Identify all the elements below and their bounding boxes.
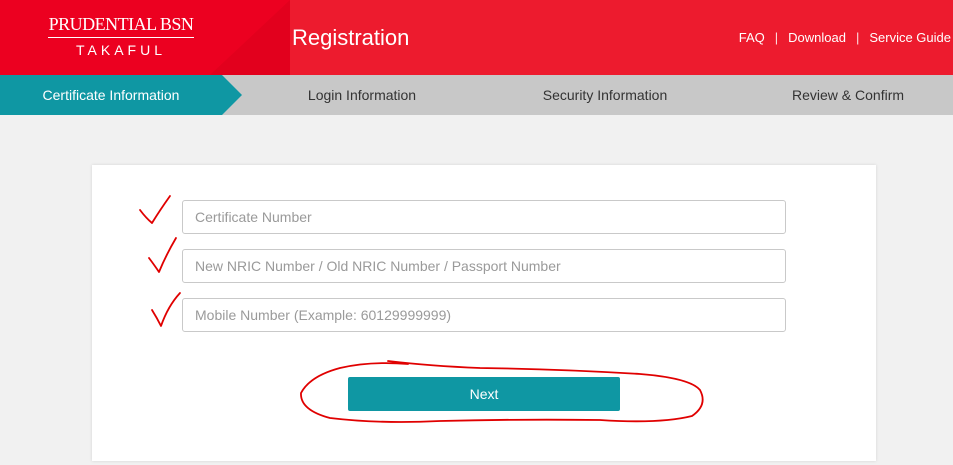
step-login-information: Login Information	[252, 75, 472, 115]
step-label: Review & Confirm	[791, 87, 905, 103]
logo-brand: PRUDENTIAL BSN	[48, 14, 194, 34]
link-separator: |	[774, 30, 779, 45]
step-review-confirm: Review & Confirm	[738, 75, 953, 115]
logo-sub: TAKAFUL	[76, 42, 166, 58]
download-link[interactable]: Download	[788, 30, 846, 45]
next-button[interactable]: Next	[348, 377, 620, 411]
mobile-number-input[interactable]	[182, 298, 786, 332]
top-links: FAQ | Download | Service Guide	[739, 30, 951, 45]
step-label: Certificate Information	[42, 87, 180, 103]
link-separator: |	[855, 30, 860, 45]
prudential-bsn-logo[interactable]: PRUDENTIAL BSN TAKAFUL	[48, 14, 194, 58]
logo-rule	[48, 37, 194, 38]
faq-link[interactable]: FAQ	[739, 30, 765, 45]
step-certificate-information: Certificate Information	[0, 75, 242, 115]
service-guide-link[interactable]: Service Guide	[869, 30, 951, 45]
step-label: Security Information	[542, 87, 668, 103]
page-title: Registration	[292, 25, 410, 50]
active-step-arrow	[222, 75, 242, 115]
registration-form-card: Next	[92, 165, 876, 461]
step-label: Login Information	[307, 87, 417, 103]
header: PRUDENTIAL BSN TAKAFUL Registration FAQ …	[0, 0, 953, 75]
step-security-information: Security Information	[495, 75, 715, 115]
header-diagonal	[210, 0, 290, 75]
nric-passport-input[interactable]	[182, 249, 786, 283]
progress-steps: Certificate Information Login Informatio…	[0, 75, 953, 115]
certificate-number-input[interactable]	[182, 200, 786, 234]
